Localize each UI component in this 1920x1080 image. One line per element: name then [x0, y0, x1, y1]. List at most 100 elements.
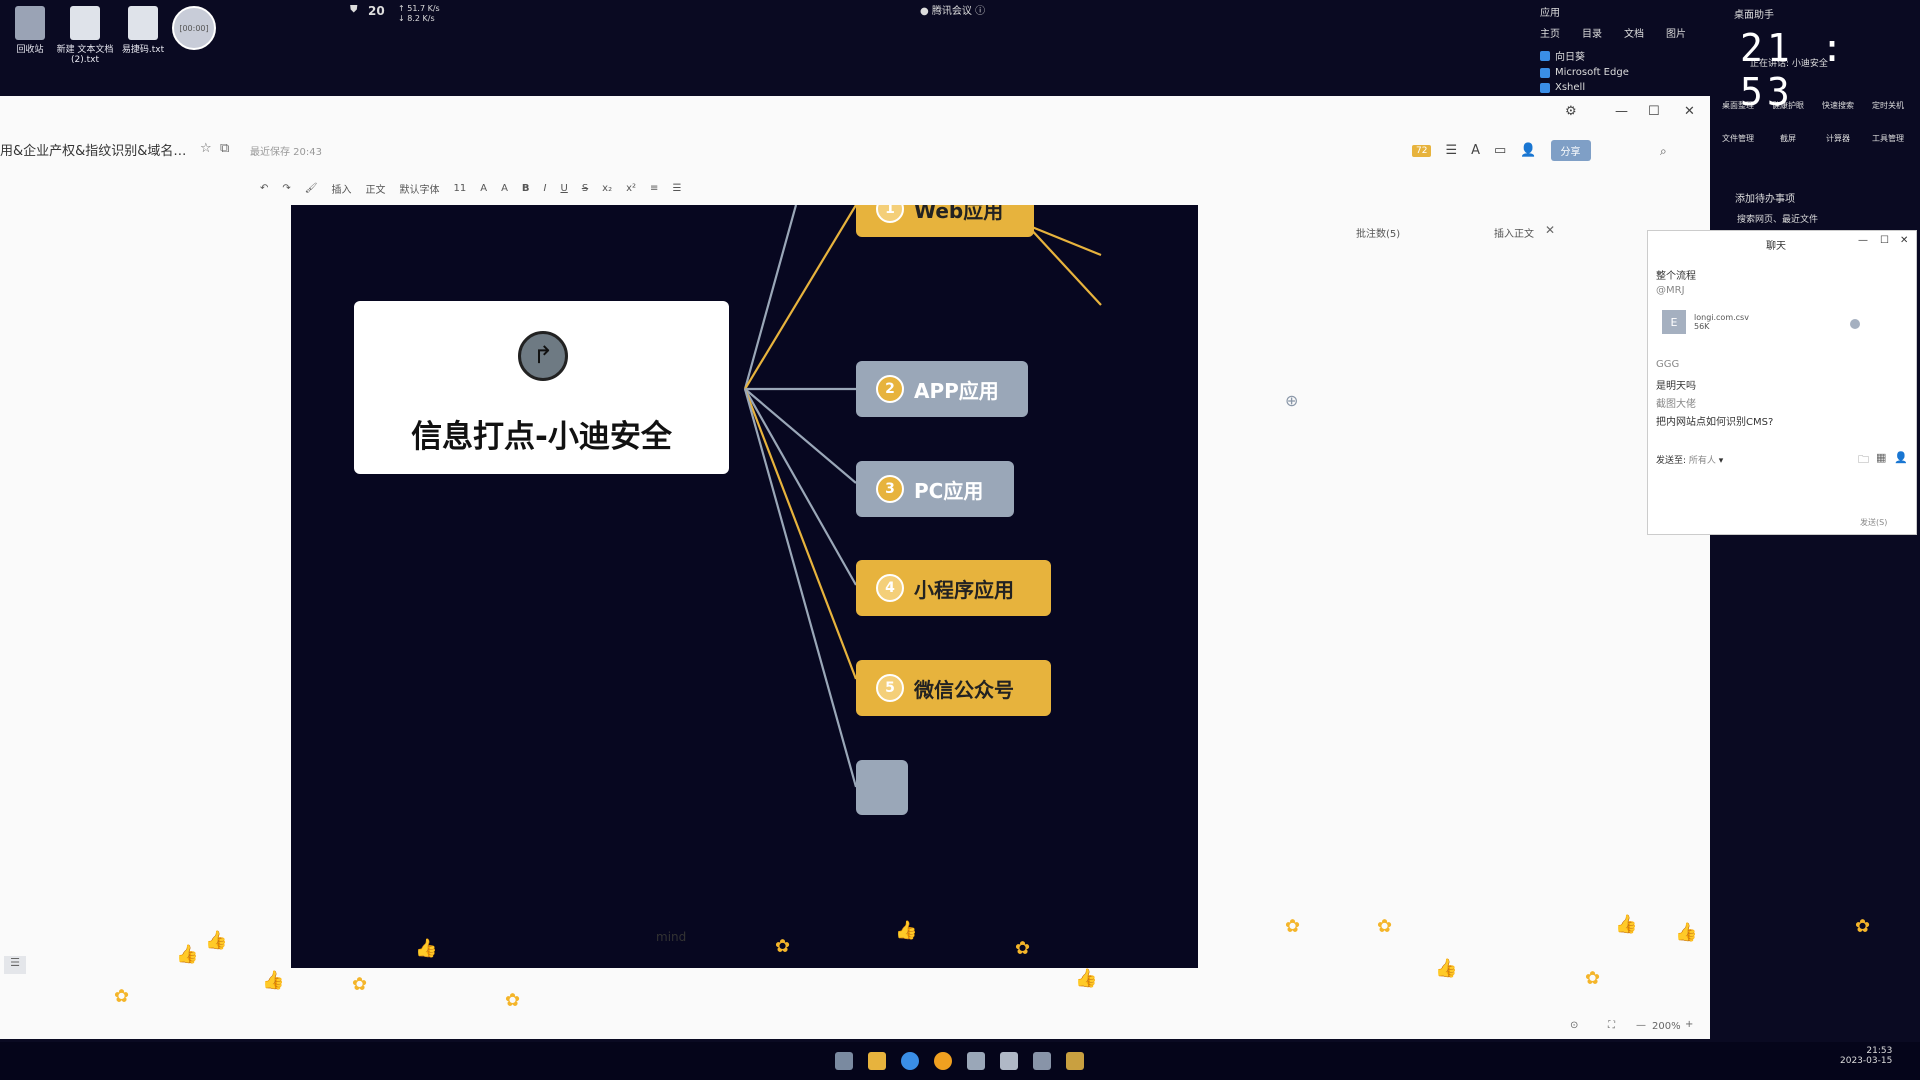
align-icon[interactable]: ≡ — [650, 183, 658, 194]
redo-icon[interactable]: ↷ — [282, 183, 290, 194]
maximize-button[interactable]: ☐ — [1648, 104, 1660, 119]
apps-tab-catalog[interactable]: 目录 — [1582, 25, 1602, 40]
clock: 21 : 53 — [1740, 26, 1848, 114]
root-node[interactable]: ↱ 信息打点-小迪安全 — [354, 301, 729, 474]
tool-file-manager[interactable]: 文件管理 — [1713, 133, 1763, 144]
share-arrow-icon: ↱ — [518, 331, 568, 381]
fullscreen-icon[interactable]: ⛶ — [1608, 1020, 1615, 1031]
settings-icon[interactable] — [1000, 1052, 1018, 1070]
app-link-xshell[interactable]: Xshell — [1540, 82, 1700, 93]
underline-button[interactable]: U — [560, 183, 567, 194]
text-icon[interactable]: A — [1471, 143, 1480, 158]
locate-icon[interactable]: ⊙ — [1570, 1020, 1578, 1031]
desktop-icon-recycle-bin[interactable]: 回收站 — [0, 6, 60, 55]
strikethrough-button[interactable]: S — [582, 183, 588, 194]
app-link-sunlogin[interactable]: 向日葵 — [1540, 48, 1700, 63]
notes-icon[interactable] — [1033, 1052, 1051, 1070]
people-icon[interactable]: 👤 — [1520, 143, 1536, 158]
settings-icon[interactable]: ⚙ — [1565, 104, 1577, 119]
flower-icon: ✿ — [114, 986, 130, 1007]
chat-user-icon[interactable]: 👤 — [1894, 451, 1908, 464]
style-select[interactable]: 正文 — [365, 181, 385, 196]
desktop-icon-text-file-2[interactable]: 易捷码.txt — [113, 6, 173, 55]
search-hint[interactable]: 搜索网页、最近文件 — [1737, 212, 1818, 225]
close-button[interactable]: ✕ — [1684, 104, 1695, 119]
apps-tab-images[interactable]: 图片 — [1666, 25, 1686, 40]
mindmap-app-icon[interactable] — [1066, 1052, 1084, 1070]
outline-toggle-icon[interactable]: ☰ — [4, 956, 26, 974]
download-icon[interactable] — [1850, 319, 1860, 329]
bold-button[interactable]: B — [522, 183, 530, 194]
collaborator-badge[interactable]: 72 — [1412, 144, 1432, 157]
zoom-level: 200% — [1652, 1021, 1681, 1032]
italic-button[interactable]: I — [544, 183, 547, 194]
chat-maximize-button[interactable]: ☐ — [1880, 235, 1889, 246]
branch-node-3[interactable]: 3 PC应用 — [856, 461, 1014, 517]
branch-node-4[interactable]: 4 小程序应用 — [856, 560, 1051, 616]
outline-icon[interactable]: ☰ — [1445, 143, 1457, 158]
tool-calculator[interactable]: 计算器 — [1813, 133, 1863, 144]
font-shrink-button[interactable]: A — [501, 183, 508, 194]
chat-file[interactable]: E longi.com.csv 56K — [1662, 307, 1862, 337]
share-button[interactable]: 分享 — [1550, 140, 1591, 161]
superscript-button[interactable]: x² — [626, 183, 636, 194]
list-icon[interactable]: ☰ — [672, 183, 681, 194]
add-comment-icon[interactable]: ⊕ — [1285, 391, 1298, 410]
send-to-select[interactable]: 所有人 — [1689, 456, 1716, 466]
size-select[interactable]: 11 — [453, 183, 466, 194]
thumbs-up-icon: 👍 — [895, 920, 918, 941]
edge-icon[interactable] — [901, 1052, 919, 1070]
send-button[interactable]: 发送(S) — [1860, 517, 1887, 528]
csv-file-icon: E — [1662, 310, 1686, 334]
file-explorer-icon[interactable] — [868, 1052, 886, 1070]
titlebar: ⚙ — ☐ ✕ — [0, 96, 1710, 130]
chat-file-icon[interactable]: 🗀 — [1858, 451, 1869, 470]
apps-tab-home[interactable]: 主页 — [1540, 25, 1560, 40]
zoom-out-button[interactable]: — — [1636, 1020, 1646, 1031]
share-doc-icon[interactable]: ⧉ — [220, 141, 229, 156]
minimize-button[interactable]: — — [1615, 104, 1628, 119]
apps-tab-docs[interactable]: 文档 — [1624, 25, 1644, 40]
desktop-icon-text-file[interactable]: 新建 文本文档 (2).txt — [55, 6, 115, 65]
text-file-icon — [70, 6, 100, 40]
font-select[interactable]: 默认字体 — [399, 181, 439, 196]
app-link-edge[interactable]: Microsoft Edge — [1540, 67, 1700, 78]
insert-body-link[interactable]: 插入正文 — [1494, 225, 1534, 240]
search-icon[interactable]: ⌕ — [1660, 144, 1667, 159]
tool-manager[interactable]: 工具管理 — [1863, 133, 1913, 144]
zoom-in-button[interactable]: + — [1685, 1019, 1693, 1030]
close-comments-icon[interactable]: ✕ — [1545, 223, 1555, 237]
start-icon[interactable] — [835, 1052, 853, 1070]
watermark: mind — [656, 930, 687, 944]
app-icon[interactable] — [967, 1052, 985, 1070]
chat-sender: @MRJ — [1656, 285, 1685, 296]
branch-node-2[interactable]: 2 APP应用 — [856, 361, 1028, 417]
chat-window: 聊天 — ☐ ✕ 整个流程 @MRJ E longi.com.csv 56K GG… — [1647, 230, 1917, 535]
branch-node-1[interactable]: 1 Web应用 — [856, 205, 1034, 237]
flower-icon: ✿ — [1015, 938, 1031, 959]
recycle-bin-icon — [15, 6, 45, 40]
subscript-button[interactable]: x₂ — [602, 183, 612, 194]
chat-close-button[interactable]: ✕ — [1900, 235, 1908, 246]
avatar[interactable]: [00:00] — [172, 6, 216, 50]
format-painter-icon[interactable]: 🖌 — [305, 183, 318, 194]
present-icon[interactable]: ▭ — [1494, 143, 1506, 158]
undo-icon[interactable]: ↶ — [260, 183, 268, 194]
star-icon[interactable]: ☆ — [200, 141, 212, 156]
branch-node-5[interactable]: 5 微信公众号 — [856, 660, 1051, 716]
flower-icon: ✿ — [1585, 968, 1601, 989]
comment-count[interactable]: 批注数(5) — [1356, 225, 1400, 240]
font-grow-button[interactable]: A — [480, 183, 487, 194]
chat-minimize-button[interactable]: — — [1858, 235, 1868, 246]
meeting-indicator[interactable]: ● 腾讯会议 ⓘ — [920, 2, 985, 17]
chat-title: 聊天 — [1766, 241, 1786, 252]
todo-link[interactable]: 添加待办事项 — [1735, 190, 1795, 205]
insert-button[interactable]: 插入 — [331, 181, 351, 196]
tool-screenshot[interactable]: 截屏 — [1763, 133, 1813, 144]
chat-screenshot-icon[interactable]: ▦ — [1876, 451, 1886, 464]
branch-node-empty[interactable] — [856, 760, 908, 815]
chrome-icon[interactable] — [934, 1052, 952, 1070]
taskbar — [0, 1042, 1920, 1080]
system-tray-clock[interactable]: 21:53 2023-03-15 — [1840, 1046, 1892, 1066]
mindmap-canvas: ↱ 信息打点-小迪安全 1 Web应用 2 APP应用 3 PC应用 4 小程序应用 5… — [291, 205, 1198, 968]
